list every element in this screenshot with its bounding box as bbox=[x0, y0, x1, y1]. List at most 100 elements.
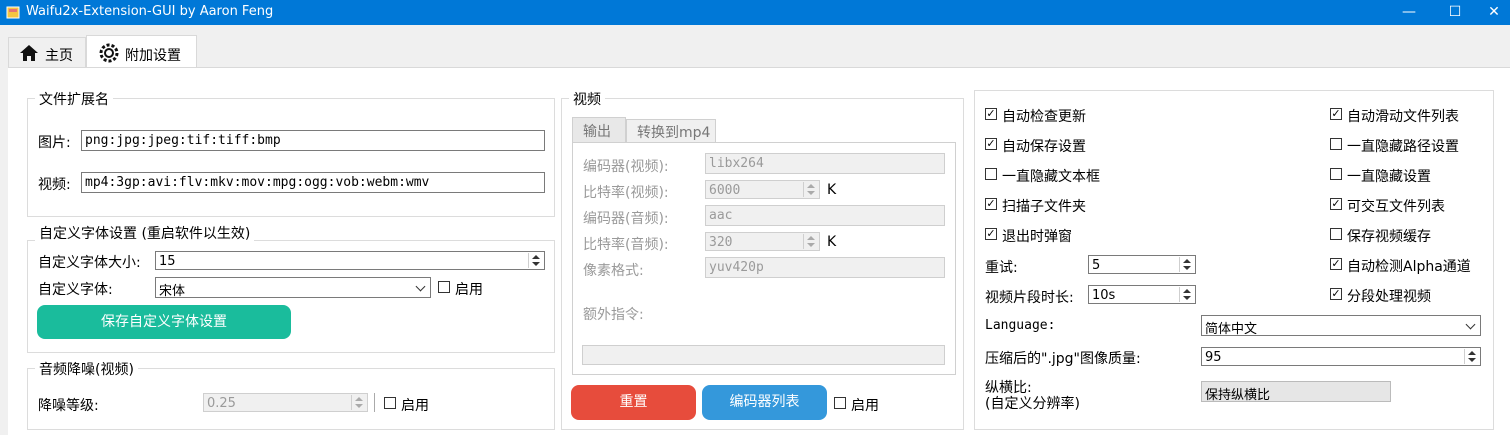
encoder-audio-input[interactable]: aac bbox=[705, 205, 945, 226]
setting-checkbox-label: 可交互文件列表 bbox=[1347, 199, 1445, 215]
home-icon bbox=[19, 43, 39, 67]
bitrate-video-spin-arrows[interactable] bbox=[803, 182, 818, 197]
encoder-audio-label: 编码器(音频): bbox=[583, 211, 669, 227]
segment-spin-arrows[interactable] bbox=[1179, 287, 1194, 302]
denoise-level-spinbox[interactable]: 0.25 bbox=[203, 393, 368, 412]
save-custom-font-button[interactable]: 保存自定义字体设置 bbox=[37, 305, 291, 339]
setting-checkbox-label: 自动滑动文件列表 bbox=[1347, 109, 1459, 125]
encoder-video-label: 编码器(视频): bbox=[583, 159, 669, 175]
setting-checkbox[interactable]: ✓ bbox=[1330, 108, 1342, 120]
extra-cmd-input[interactable] bbox=[582, 345, 945, 365]
bitrate-audio-spin-arrows[interactable] bbox=[803, 234, 818, 249]
retry-spinbox[interactable]: 5 bbox=[1088, 255, 1196, 274]
bitrate-audio-label: 比特率(音频): bbox=[583, 237, 669, 253]
denoise-enable-label: 启用 bbox=[401, 398, 429, 414]
bitrate-audio-spinbox[interactable]: 320 bbox=[705, 232, 820, 251]
bitrate-audio-value: 320 bbox=[709, 235, 733, 250]
setting-checkbox[interactable]: ✓ bbox=[1330, 258, 1342, 270]
setting-checkbox-label: 自动保存设置 bbox=[1002, 139, 1086, 155]
setting-checkbox-label: 分段处理视频 bbox=[1347, 289, 1431, 305]
pixel-format-label: 像素格式: bbox=[583, 263, 644, 279]
denoise-enable-checkbox[interactable] bbox=[384, 397, 396, 409]
video-tab-convert-mp4[interactable]: 转换到mp4 bbox=[626, 119, 716, 143]
aspect-ratio-select[interactable]: 保持纵横比 bbox=[1201, 381, 1391, 402]
minimize-button[interactable]: — bbox=[1386, 0, 1432, 25]
setting-checkbox-label: 退出时弹窗 bbox=[1002, 229, 1072, 245]
setting-checkbox[interactable]: ✓ bbox=[985, 198, 997, 210]
segment-duration-spinbox[interactable]: 10s bbox=[1088, 285, 1196, 304]
audio-denoise-title: 音频降噪(视频) bbox=[35, 359, 138, 379]
reset-button[interactable]: 重置 bbox=[571, 385, 696, 420]
setting-checkbox-label: 一直隐藏设置 bbox=[1347, 169, 1431, 185]
close-button[interactable]: ✕ bbox=[1478, 0, 1510, 25]
setting-checkbox-label: 一直隐藏文本框 bbox=[1002, 169, 1100, 185]
bitrate-video-label: 比特率(视频): bbox=[583, 185, 669, 201]
font-family-select[interactable]: 宋体 bbox=[155, 277, 431, 298]
segment-duration-label: 视频片段时长: bbox=[985, 290, 1074, 306]
font-size-spin-arrows[interactable] bbox=[528, 253, 543, 268]
setting-checkbox[interactable]: ✓ bbox=[985, 138, 997, 150]
tab-home[interactable]: 主页 bbox=[8, 37, 86, 67]
video-ext-label: 视频: bbox=[38, 177, 71, 193]
maximize-button[interactable]: ☐ bbox=[1432, 0, 1478, 25]
font-size-spinbox[interactable]: 15 bbox=[155, 251, 545, 270]
setting-checkbox[interactable] bbox=[1330, 168, 1342, 180]
title-bar: Waifu2x-Extension-GUI by Aaron Feng — ☐ … bbox=[0, 0, 1510, 25]
file-ext-group bbox=[27, 98, 555, 217]
font-size-label: 自定义字体大小: bbox=[38, 255, 141, 271]
setting-checkbox[interactable] bbox=[1330, 228, 1342, 240]
video-title: 视频 bbox=[569, 89, 605, 109]
font-enable-label: 启用 bbox=[455, 282, 483, 298]
setting-checkbox-label: 扫描子文件夹 bbox=[1002, 199, 1086, 215]
bitrate-audio-unit: K bbox=[827, 234, 837, 250]
video-ext-input[interactable]: mp4:3gp:avi:flv:mkv:mov:mpg:ogg:vob:webm… bbox=[81, 172, 545, 193]
bitrate-video-spinbox[interactable]: 6000 bbox=[705, 180, 820, 199]
bitrate-video-unit: K bbox=[827, 182, 837, 198]
custom-font-title: 自定义字体设置 (重启软件以生效) bbox=[35, 223, 255, 243]
setting-checkbox[interactable]: ✓ bbox=[1330, 288, 1342, 300]
encoder-video-input[interactable]: libx264 bbox=[705, 153, 945, 174]
denoise-level-value: 0.25 bbox=[207, 396, 236, 411]
retry-label: 重试: bbox=[985, 260, 1018, 276]
denoise-level-label: 降噪等级: bbox=[38, 398, 99, 414]
font-family-value: 宋体 bbox=[159, 284, 186, 298]
retry-value: 5 bbox=[1092, 258, 1101, 273]
chevron-down-icon bbox=[1465, 319, 1476, 330]
video-enable-checkbox[interactable] bbox=[834, 397, 846, 409]
setting-checkbox[interactable]: ✓ bbox=[1330, 198, 1342, 210]
app-icon bbox=[6, 5, 20, 19]
divider bbox=[374, 393, 375, 412]
jpg-quality-spin-arrows[interactable] bbox=[1464, 349, 1479, 364]
setting-checkbox-label: 自动检测Alpha通道 bbox=[1347, 259, 1471, 275]
jpg-quality-spinbox[interactable]: 95 bbox=[1201, 347, 1481, 366]
bitrate-video-value: 6000 bbox=[709, 183, 741, 198]
denoise-spin-arrows[interactable] bbox=[351, 395, 366, 410]
tab-additional-settings-label: 附加设置 bbox=[125, 48, 181, 64]
jpg-quality-label: 压缩后的".jpg"图像质量: bbox=[985, 351, 1141, 367]
image-ext-input[interactable]: png:jpg:jpeg:tif:tiff:bmp bbox=[81, 130, 545, 151]
language-value: 简体中文 bbox=[1205, 322, 1258, 336]
chevron-down-icon bbox=[415, 281, 426, 292]
segment-duration-value: 10s bbox=[1092, 288, 1116, 303]
language-select[interactable]: 简体中文 bbox=[1201, 315, 1481, 336]
pixel-format-input[interactable]: yuv420p bbox=[705, 257, 945, 278]
tab-additional-settings[interactable]: 附加设置 bbox=[86, 35, 197, 68]
video-tab-convert-mp4-label: 转换到mp4 bbox=[637, 125, 711, 141]
image-ext-label: 图片: bbox=[38, 135, 71, 151]
language-label: Language: bbox=[985, 318, 1056, 333]
setting-checkbox[interactable] bbox=[985, 168, 997, 180]
encoder-list-button[interactable]: 编码器列表 bbox=[702, 385, 827, 420]
video-tab-output-label: 输出 bbox=[583, 124, 611, 140]
video-tab-output[interactable]: 输出 bbox=[572, 117, 626, 143]
setting-checkbox-label: 保存视频缓存 bbox=[1347, 229, 1431, 245]
video-enable-label: 启用 bbox=[851, 398, 879, 414]
setting-checkbox[interactable]: ✓ bbox=[985, 228, 997, 240]
font-enable-checkbox[interactable] bbox=[438, 281, 450, 293]
window-title: Waifu2x-Extension-GUI by Aaron Feng bbox=[26, 4, 274, 19]
setting-checkbox[interactable]: ✓ bbox=[985, 108, 997, 120]
retry-spin-arrows[interactable] bbox=[1179, 257, 1194, 272]
tab-home-label: 主页 bbox=[45, 48, 73, 64]
setting-checkbox[interactable] bbox=[1330, 138, 1342, 150]
file-ext-title: 文件扩展名 bbox=[35, 89, 113, 109]
font-family-label: 自定义字体: bbox=[38, 282, 113, 298]
